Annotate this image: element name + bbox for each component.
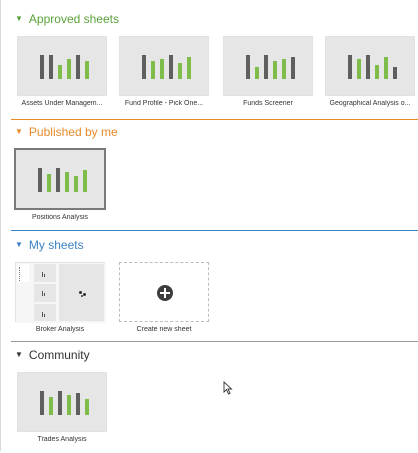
sheet-library-panel: ▼ Approved sheets Assets Under Managem..… <box>0 0 418 451</box>
sheet-thumbnail <box>14 148 106 210</box>
bar-chart-icon <box>326 51 414 79</box>
caret-down-icon: ▼ <box>15 240 23 249</box>
sheet-card-funds-screener[interactable]: Funds Screener <box>221 36 315 107</box>
sheet-card-label: Geographical Analysis o... <box>329 100 411 107</box>
approved-sheets-title: Approved sheets <box>28 12 119 26</box>
community-title: Community <box>28 348 90 362</box>
approved-sheets-header[interactable]: ▼ Approved sheets <box>15 10 119 28</box>
sheet-card-fund-profile[interactable]: Fund Profile - Pick One... <box>117 36 211 107</box>
dashboard-layout-icon <box>16 263 106 323</box>
section-divider <box>11 119 418 120</box>
sheet-card-label: Trades Analysis <box>37 436 87 443</box>
bar-chart-icon <box>224 51 312 79</box>
sheet-card-trades[interactable]: Trades Analysis <box>15 372 109 443</box>
sheet-thumbnail <box>325 36 415 96</box>
published-title: Published by me <box>28 125 118 139</box>
bar-chart-icon <box>18 51 106 79</box>
sheet-thumbnail <box>17 36 107 96</box>
bar-chart-icon <box>16 164 104 192</box>
create-new-sheet-label: Create new sheet <box>136 326 192 333</box>
sheet-card-label: Assets Under Managem... <box>21 100 103 107</box>
create-new-sheet-button[interactable]: Create new sheet <box>117 262 211 333</box>
sheet-thumbnail <box>119 36 209 96</box>
published-header[interactable]: ▼ Published by me <box>15 123 118 141</box>
my-sheets-header[interactable]: ▼ My sheets <box>15 236 84 254</box>
bar-chart-icon <box>120 51 208 79</box>
community-header[interactable]: ▼ Community <box>15 346 90 364</box>
sheet-thumbnail <box>15 262 106 323</box>
sheet-card-label: Fund Profile - Pick One... <box>124 100 204 107</box>
caret-down-icon: ▼ <box>15 14 23 23</box>
mouse-pointer-icon <box>223 381 233 395</box>
sheet-card-geographical[interactable]: Geographical Analysis o... <box>323 36 417 107</box>
section-divider <box>11 230 418 231</box>
caret-down-icon: ▼ <box>15 127 23 136</box>
sheet-card-positions[interactable]: Positions Analysis <box>13 148 107 221</box>
sheet-card-label: Broker Analysis <box>35 326 85 333</box>
sheet-card-assets[interactable]: Assets Under Managem... <box>15 36 109 107</box>
section-divider <box>11 341 418 342</box>
plus-circle-icon <box>157 285 173 301</box>
bar-chart-icon <box>18 387 106 415</box>
sheet-card-broker[interactable]: Broker Analysis <box>13 262 107 333</box>
create-sheet-placeholder <box>119 262 209 322</box>
caret-down-icon: ▼ <box>15 350 23 359</box>
sheet-card-label: Funds Screener <box>243 100 293 107</box>
sheet-thumbnail <box>17 372 107 432</box>
sheet-card-label: Positions Analysis <box>31 214 89 221</box>
my-sheets-title: My sheets <box>28 238 84 252</box>
sheet-thumbnail <box>223 36 313 96</box>
